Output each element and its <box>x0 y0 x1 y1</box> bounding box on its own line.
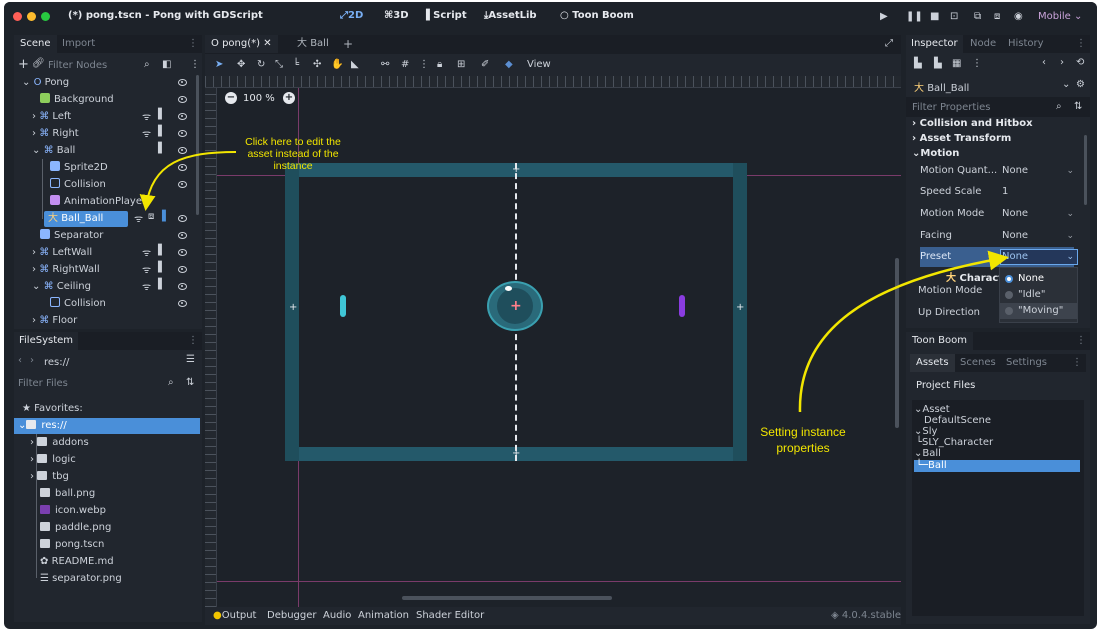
annotation-arrows <box>139 151 1009 413</box>
godot-editor-window: (*) pong.tscn - Pong with GDScript ⤢2D ⌘… <box>4 2 1097 629</box>
arrow-to-edit-asset-icon <box>139 151 237 211</box>
arrow-to-preset-dropdown <box>798 250 1009 413</box>
